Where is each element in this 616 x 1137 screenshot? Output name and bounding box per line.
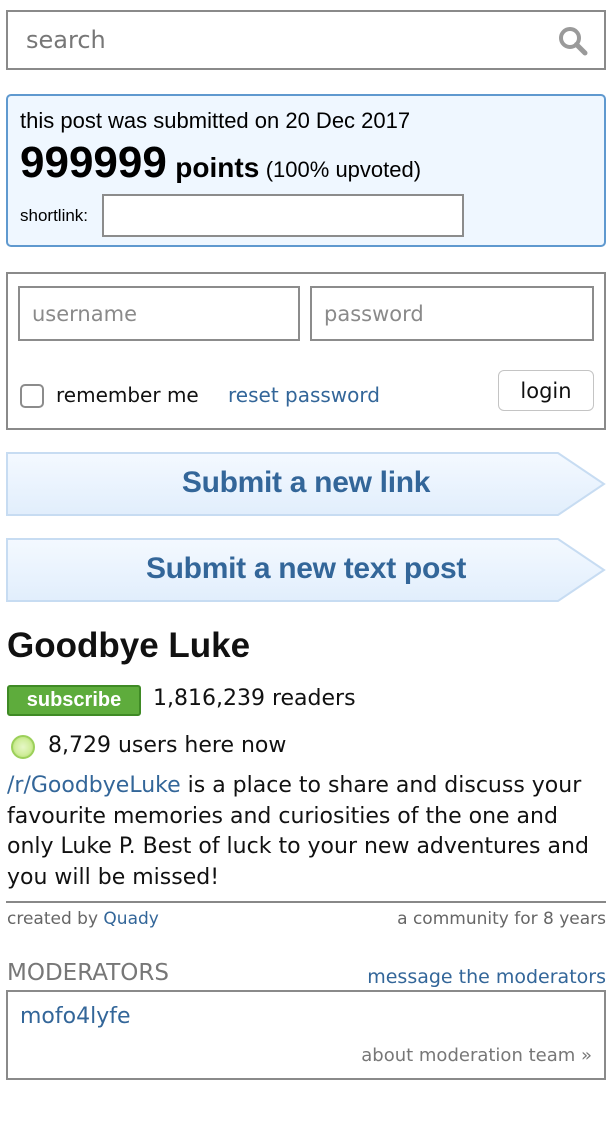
points-count: 999999 <box>20 138 167 187</box>
points-label: points <box>175 152 260 183</box>
created-by: created by Quady <box>7 909 159 929</box>
username-input[interactable] <box>18 286 300 341</box>
created-by-label: created by <box>7 909 104 929</box>
password-input[interactable] <box>310 286 594 341</box>
upvoted-percent: (100% upvoted) <box>265 157 422 182</box>
points-row: 999999 points (100% upvoted) <box>20 138 421 188</box>
login-form: remember me reset password login <box>6 272 606 430</box>
shortlink-label: shortlink: <box>20 206 89 225</box>
submitted-date: this post was submitted on 20 Dec 2017 <box>20 108 411 133</box>
message-moderators-link[interactable]: message the moderators <box>367 966 606 988</box>
moderators-title: MODERATORS <box>7 960 169 986</box>
moderator-link[interactable]: mofo4lyfe <box>20 1004 131 1029</box>
subscribe-button[interactable]: subscribe <box>7 685 141 716</box>
divider <box>6 901 606 903</box>
subreddit-description: /r/GoodbyeLuke is a place to share and d… <box>7 771 607 893</box>
subreddit-title[interactable]: Goodbye Luke <box>7 626 250 666</box>
login-button[interactable]: login <box>498 370 594 411</box>
search-bar <box>6 10 606 70</box>
moderators-box: mofo4lyfe about moderation team » <box>6 990 606 1080</box>
readers-count: 1,816,239 readers <box>153 686 356 711</box>
about-moderation-link[interactable]: about moderation team » <box>361 1045 592 1066</box>
post-info-box: this post was submitted on 20 Dec 2017 9… <box>6 94 606 247</box>
subreddit-link[interactable]: /r/GoodbyeLuke <box>7 773 181 798</box>
community-age: a community for 8 years <box>397 909 606 929</box>
shortlink-input[interactable] <box>102 194 464 237</box>
submit-text-post-button[interactable]: Submit a new text post <box>6 538 606 602</box>
creator-link[interactable]: Quady <box>103 909 158 929</box>
search-input[interactable] <box>8 12 548 68</box>
remember-me-checkbox[interactable] <box>20 384 44 408</box>
search-icon[interactable] <box>558 26 588 56</box>
online-dot-icon <box>11 735 35 759</box>
remember-me-label[interactable]: remember me <box>56 383 199 407</box>
submit-link-label: Submit a new link <box>181 466 431 499</box>
reset-password-link[interactable]: reset password <box>228 383 380 407</box>
submit-text-post-label: Submit a new text post <box>145 552 467 585</box>
submit-link-button[interactable]: Submit a new link <box>6 452 606 516</box>
users-online: 8,729 users here now <box>48 733 287 758</box>
